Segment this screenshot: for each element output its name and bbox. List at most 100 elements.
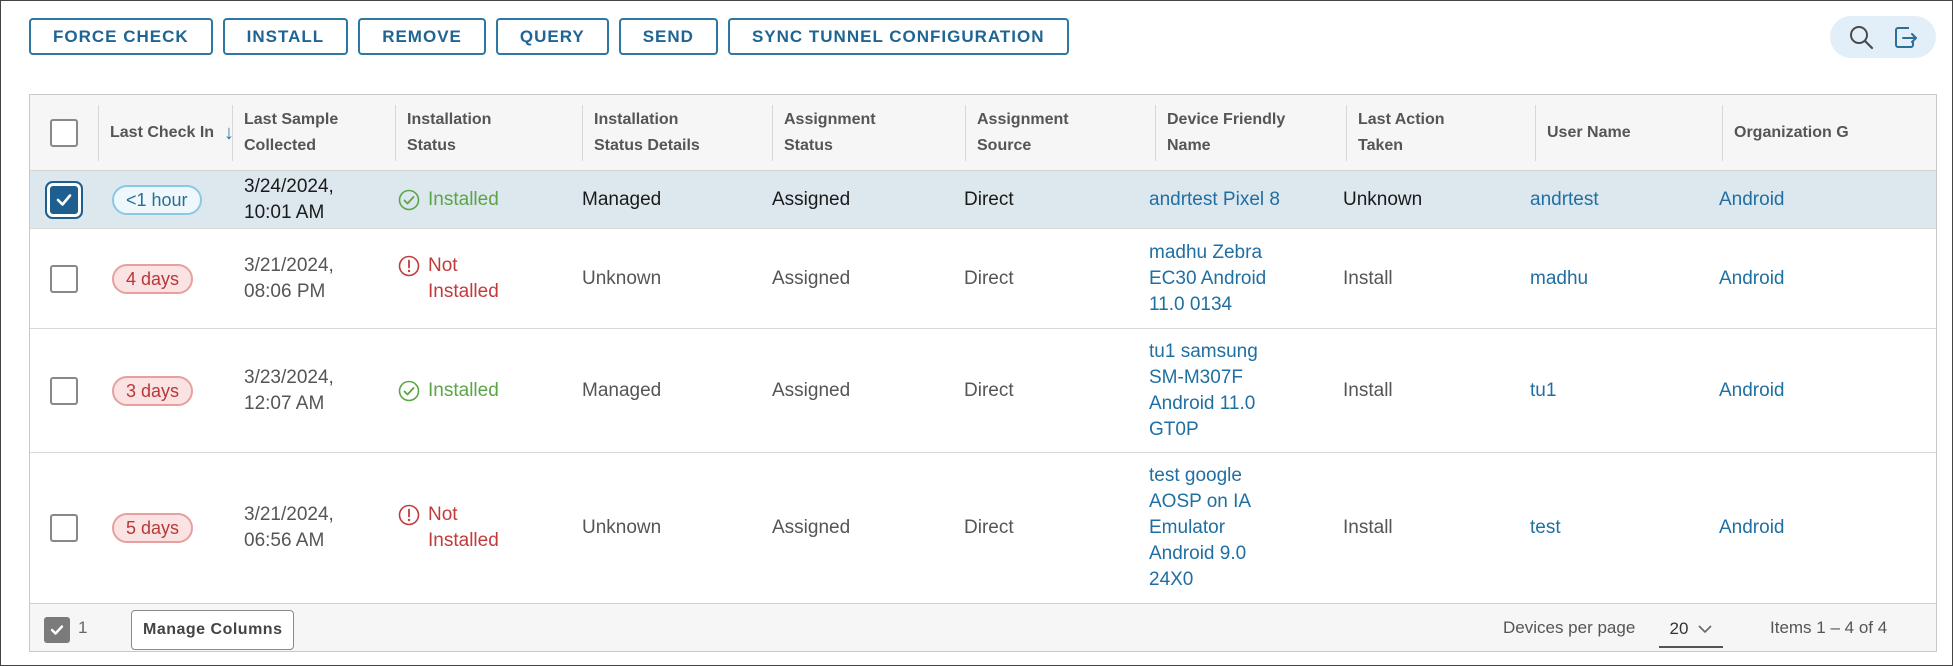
- export-icon[interactable]: [1888, 19, 1924, 55]
- user-name-link[interactable]: madhu: [1530, 229, 1588, 328]
- devices-per-page-select[interactable]: 20: [1659, 612, 1723, 648]
- last-action-cell: Unknown: [1343, 188, 1423, 210]
- user-name-link[interactable]: test: [1530, 453, 1561, 603]
- column-header-label: Last Check In: [110, 124, 215, 141]
- grid-footer: 1 Manage Columns Devices per page 20 Ite…: [30, 603, 1936, 651]
- remove-button[interactable]: REMOVE: [358, 18, 486, 55]
- organization-group-link[interactable]: Android: [1719, 229, 1785, 328]
- user-name-link[interactable]: tu1: [1530, 329, 1556, 452]
- row-checkbox-cell: [30, 329, 98, 452]
- column-header-installation-status[interactable]: Installation Status: [395, 95, 583, 171]
- installation-status-cell: Not Installed: [398, 453, 499, 603]
- status-installed: Installed: [398, 378, 499, 404]
- column-header-device-friendly-name[interactable]: Device Friendly Name: [1155, 95, 1346, 171]
- installation-status-cell: Installed: [398, 171, 499, 228]
- select-all-checkbox[interactable]: [50, 119, 78, 147]
- devices-per-page-label: Devices per page: [1503, 618, 1636, 637]
- search-icon[interactable]: [1843, 19, 1879, 55]
- assignment-status-cell: Assigned: [772, 267, 851, 289]
- table-row[interactable]: 3 days 3/23/2024, 12:07 AM Installed Man…: [30, 329, 1936, 453]
- installation-status-cell: Installed: [398, 329, 499, 452]
- assignment-source-cell: Direct: [964, 267, 1014, 289]
- organization-group-link[interactable]: Android: [1719, 453, 1785, 603]
- devices-grid: Last Check In ↓ Last Sample Collected In…: [29, 94, 1937, 652]
- assignment-source-cell: Direct: [964, 517, 1014, 538]
- status-text: Installed: [428, 379, 499, 401]
- column-header-assignment-source[interactable]: Assignment Source: [965, 95, 1155, 171]
- installation-details-cell: Unknown: [582, 267, 662, 289]
- installation-details-cell: Unknown: [582, 517, 662, 538]
- row-checkbox[interactable]: [50, 185, 78, 214]
- last-check-in-cell: 3 days: [112, 329, 194, 452]
- exclamation-circle-icon: [398, 504, 420, 526]
- last-sample-cell: 3/23/2024, 12:07 AM: [244, 366, 334, 414]
- check-in-badge: 4 days: [112, 263, 194, 294]
- assignment-source-cell: Direct: [964, 379, 1014, 401]
- items-range-label: Items 1 – 4 of 4: [1770, 618, 1888, 637]
- assignment-status-cell: Assigned: [772, 517, 851, 538]
- query-button[interactable]: QUERY: [495, 18, 609, 55]
- check-in-badge: <1 hour: [112, 184, 202, 215]
- device-friendly-name-link[interactable]: tu1 samsung SM-M307F Android 11.0 GT0P: [1149, 329, 1258, 452]
- status-not-installed: Not Installed: [398, 502, 499, 554]
- table-row[interactable]: <1 hour 3/24/2024, 10:01 AM Installed Ma…: [30, 171, 1936, 229]
- organization-group-link[interactable]: Android: [1719, 329, 1785, 452]
- send-button[interactable]: SEND: [618, 18, 718, 55]
- last-sample-cell: 3/24/2024, 10:01 AM: [244, 175, 334, 223]
- check-in-badge: 3 days: [112, 375, 194, 406]
- installation-details-cell: Managed: [582, 379, 662, 401]
- row-checkbox[interactable]: [50, 264, 78, 293]
- force-check-button[interactable]: FORCE CHECK: [29, 18, 213, 55]
- grid-header: Last Check In ↓ Last Sample Collected In…: [30, 95, 1936, 171]
- device-friendly-name-link[interactable]: madhu Zebra EC30 Android 11.0 0134: [1149, 229, 1266, 328]
- grid-body: <1 hour 3/24/2024, 10:01 AM Installed Ma…: [30, 171, 1936, 603]
- check-icon: [56, 193, 72, 206]
- grid-tools: [1830, 16, 1936, 58]
- install-button[interactable]: INSTALL: [222, 18, 349, 55]
- row-checkbox[interactable]: [50, 514, 78, 542]
- last-action-cell: Install: [1343, 517, 1393, 538]
- select-all-cell: [30, 95, 98, 171]
- device-friendly-name-link[interactable]: test google AOSP on IA Emulator Android …: [1149, 453, 1251, 603]
- action-toolbar: FORCE CHECK INSTALL REMOVE QUERY SEND SY…: [29, 18, 1069, 55]
- last-check-in-cell: 4 days: [112, 229, 194, 328]
- app-frame: FORCE CHECK INSTALL REMOVE QUERY SEND SY…: [0, 0, 1953, 666]
- status-text: Not Installed: [428, 504, 499, 551]
- selected-count: 1: [78, 618, 88, 637]
- user-name-link[interactable]: andrtest: [1530, 171, 1599, 228]
- installation-status-cell: Not Installed: [398, 229, 499, 328]
- column-header-last-check-in[interactable]: Last Check In ↓: [98, 95, 248, 171]
- row-checkbox-cell: [30, 171, 98, 228]
- table-row[interactable]: 5 days 3/21/2024, 06:56 AM Not Installed…: [30, 453, 1936, 603]
- column-header-last-action-taken[interactable]: Last Action Taken: [1346, 95, 1535, 171]
- last-check-in-cell: 5 days: [112, 453, 194, 603]
- last-action-cell: Install: [1343, 379, 1393, 401]
- assignment-status-cell: Assigned: [772, 379, 851, 401]
- row-checkbox[interactable]: [50, 376, 78, 405]
- status-not-installed: Not Installed: [398, 253, 499, 305]
- devices-per-page-value: 20: [1669, 619, 1689, 638]
- sync-tunnel-configuration-button[interactable]: SYNC TUNNEL CONFIGURATION: [727, 18, 1069, 55]
- last-sample-cell: 3/21/2024, 06:56 AM: [244, 504, 334, 551]
- selection-indicator-checkbox[interactable]: [44, 617, 70, 643]
- check-in-badge: 5 days: [112, 513, 194, 543]
- organization-group-link[interactable]: Android: [1719, 171, 1785, 228]
- assignment-status-cell: Assigned: [772, 188, 851, 210]
- last-sample-cell: 3/21/2024, 08:06 PM: [244, 254, 334, 302]
- column-header-user-name[interactable]: User Name: [1535, 95, 1722, 171]
- check-circle-icon: [398, 380, 420, 401]
- status-text: Not Installed: [428, 254, 499, 302]
- manage-columns-button[interactable]: Manage Columns: [131, 610, 295, 650]
- column-header-installation-status-details[interactable]: Installation Status Details: [582, 95, 772, 171]
- installation-details-cell: Managed: [582, 188, 662, 210]
- device-friendly-name-link[interactable]: andrtest Pixel 8: [1149, 171, 1280, 228]
- table-row[interactable]: 4 days 3/21/2024, 08:06 PM Not Installed…: [30, 229, 1936, 329]
- column-header-organization-group[interactable]: Organization G: [1722, 95, 1936, 171]
- row-checkbox-cell: [30, 453, 98, 603]
- check-icon: [50, 625, 64, 635]
- column-header-last-sample-collected[interactable]: Last Sample Collected: [232, 95, 420, 171]
- last-check-in-cell: <1 hour: [112, 171, 202, 228]
- column-header-assignment-status[interactable]: Assignment Status: [772, 95, 965, 171]
- assignment-source-cell: Direct: [964, 188, 1014, 210]
- status-text: Installed: [428, 188, 499, 210]
